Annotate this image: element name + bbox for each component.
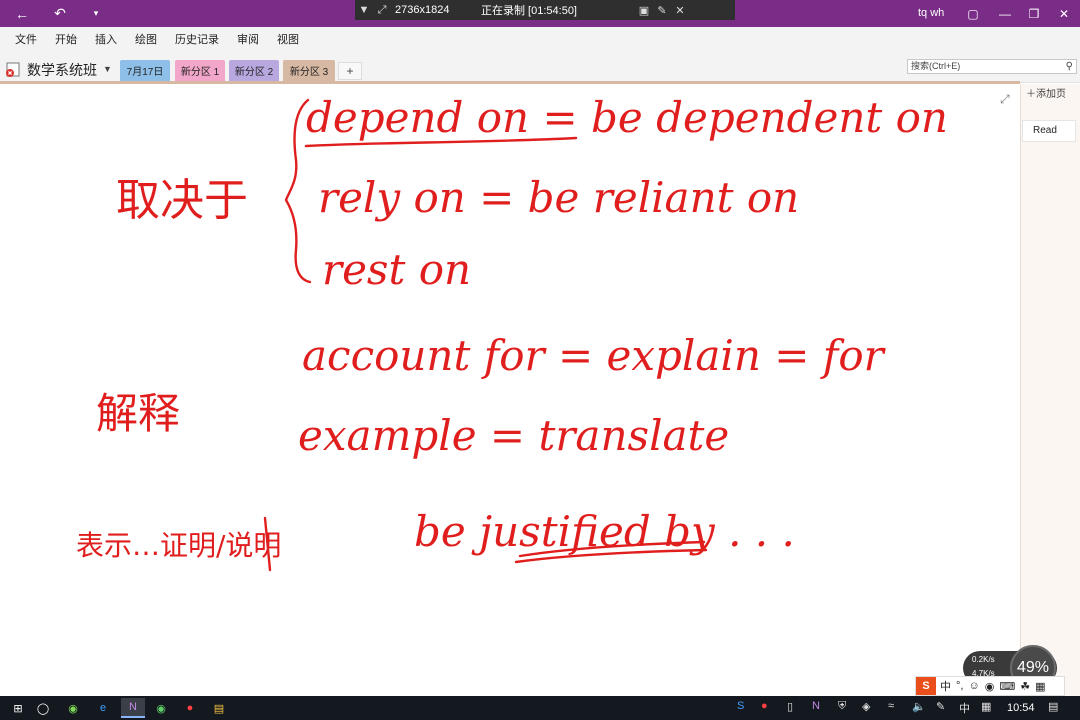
ink-label-prove: 表示…证明/说明 xyxy=(76,529,281,562)
close-button[interactable]: ✕ xyxy=(1049,0,1079,27)
onenote-tray-icon[interactable]: N xyxy=(812,700,820,712)
search-placeholder: 搜索(Ctrl+E) xyxy=(911,61,961,71)
wechat-icon[interactable]: ◉ xyxy=(63,698,83,718)
wifi-icon[interactable]: ≈ xyxy=(888,700,894,712)
notebook-title[interactable]: 数学系统班 xyxy=(27,60,97,80)
ink-label-explain: 解释 xyxy=(96,389,180,438)
smile-icon[interactable]: ☺ xyxy=(968,680,979,692)
ink-layer: depend on = be dependent on rely on = be… xyxy=(76,93,948,572)
ink-line-justified: be justified by . . . xyxy=(414,507,795,556)
ink-line-example: example = translate xyxy=(298,411,729,460)
file-explorer-icon[interactable]: ▤ xyxy=(209,698,229,718)
resize-icon[interactable]: ⤢ xyxy=(373,4,391,17)
section-tab-3-active[interactable]: 新分区 3 xyxy=(283,60,335,81)
plus-icon: ＋ xyxy=(1026,89,1036,100)
page-list-panel xyxy=(1020,84,1080,696)
menu-history[interactable]: 历史记录 xyxy=(175,31,219,47)
record-app-icon[interactable]: ● xyxy=(180,698,200,718)
section-tab-2[interactable]: 新分区 2 xyxy=(229,60,279,81)
recorder-status: 正在录制 [01:54:50] xyxy=(481,5,577,17)
shield-icon[interactable]: ⛨ xyxy=(838,700,846,713)
ime-mode[interactable]: 中 xyxy=(940,678,951,694)
action-center-icon[interactable]: ▤ xyxy=(1048,700,1058,713)
skin-icon[interactable]: ☘ xyxy=(1020,680,1030,693)
search-input[interactable]: 搜索(Ctrl+E) ⚲ xyxy=(907,59,1077,74)
section-tab-1[interactable]: 新分区 1 xyxy=(175,60,225,81)
add-page-button[interactable]: ＋添加页 xyxy=(1026,85,1066,100)
ink-line-depend: depend on = be dependent on xyxy=(306,93,948,142)
menu-insert[interactable]: 插入 xyxy=(95,31,117,47)
page-item-read[interactable]: Read xyxy=(1022,120,1076,142)
ime-tray-icon[interactable]: ▦ xyxy=(981,700,991,713)
ime-punct[interactable]: °, xyxy=(956,680,963,692)
windows-start-icon[interactable]: ⊞ xyxy=(8,698,28,718)
ribbon-menu: 文件 开始 插入 绘图 历史记录 审阅 视图 xyxy=(0,27,1080,51)
undo-icon[interactable]: ↶ xyxy=(46,0,74,27)
record-tray-icon[interactable]: ● xyxy=(761,700,768,712)
menu-home[interactable]: 开始 xyxy=(55,31,77,47)
apps-icon[interactable]: ▦ xyxy=(1035,680,1045,693)
ink-line-rely: rely on = be reliant on xyxy=(318,173,799,222)
edge-icon[interactable]: e xyxy=(93,698,113,718)
ink-line-account: account for = explain = for xyxy=(302,331,887,380)
chevron-down-icon[interactable]: ▼ xyxy=(103,64,112,74)
quick-access-more-icon[interactable]: ▾ xyxy=(82,0,110,27)
skype-icon[interactable]: S xyxy=(737,700,744,712)
ink-label-depend: 取决于 xyxy=(116,175,248,226)
add-page-label: 添加页 xyxy=(1036,89,1066,100)
ime-toolbar: S 中 °, ☺ ◉ ⌨ ☘ ▦ xyxy=(915,676,1065,696)
keyboard-icon[interactable]: ⌨ xyxy=(999,680,1015,693)
section-tab-jul17[interactable]: 7月17日 xyxy=(120,60,170,81)
usb-icon[interactable]: ▯ xyxy=(787,700,793,713)
security-icon[interactable]: ◈ xyxy=(862,700,870,713)
cortana-icon[interactable]: ◯ xyxy=(33,698,53,718)
onenote-window: ← ↶ ▾ tq wh ▢ — ❐ ✕ ▼ ⤢ 2736x1824 正在录制 [… xyxy=(0,0,1080,720)
input-language[interactable]: 中 xyxy=(959,700,970,716)
search-icon[interactable]: ⚲ xyxy=(1066,60,1073,73)
user-name[interactable]: tq wh xyxy=(918,7,944,19)
pen-icon[interactable]: ✎ xyxy=(653,4,671,17)
camera-icon[interactable]: ▣ xyxy=(635,4,653,17)
add-section-button[interactable]: + xyxy=(338,62,362,80)
sogou-logo-icon[interactable]: S xyxy=(916,677,936,695)
menu-draw[interactable]: 绘图 xyxy=(135,31,157,47)
volume-icon[interactable]: 🔈 xyxy=(912,700,926,713)
minimize-button[interactable]: — xyxy=(990,0,1020,27)
menu-review[interactable]: 审阅 xyxy=(237,31,259,47)
restore-button[interactable]: ❐ xyxy=(1019,0,1049,27)
fullscreen-icon[interactable]: ▢ xyxy=(958,0,988,27)
pen-workspace-icon[interactable]: ✎ xyxy=(936,700,945,713)
recorder-resolution: 2736x1824 xyxy=(395,4,450,16)
stop-record-icon[interactable]: ✕ xyxy=(671,4,689,17)
taskbar-clock[interactable]: 10:54 xyxy=(1007,702,1035,714)
net-upload-speed: 0.2K/s xyxy=(972,655,995,664)
onenote-taskbar-icon[interactable]: N xyxy=(121,698,145,718)
screen-recorder-bar: ▼ ⤢ 2736x1824 正在录制 [01:54:50] ▣ ✎ ✕ xyxy=(355,0,735,20)
notebook-sync-error-icon[interactable] xyxy=(5,62,21,78)
dropdown-icon[interactable]: ▼ xyxy=(355,4,373,16)
mic-icon[interactable]: ◉ xyxy=(985,680,995,693)
menu-file[interactable]: 文件 xyxy=(15,31,37,47)
back-icon[interactable]: ← xyxy=(8,0,36,27)
ink-line-rest: rest on xyxy=(322,245,471,294)
app-green-icon[interactable]: ◉ xyxy=(151,698,171,718)
menu-view[interactable]: 视图 xyxy=(277,31,299,47)
